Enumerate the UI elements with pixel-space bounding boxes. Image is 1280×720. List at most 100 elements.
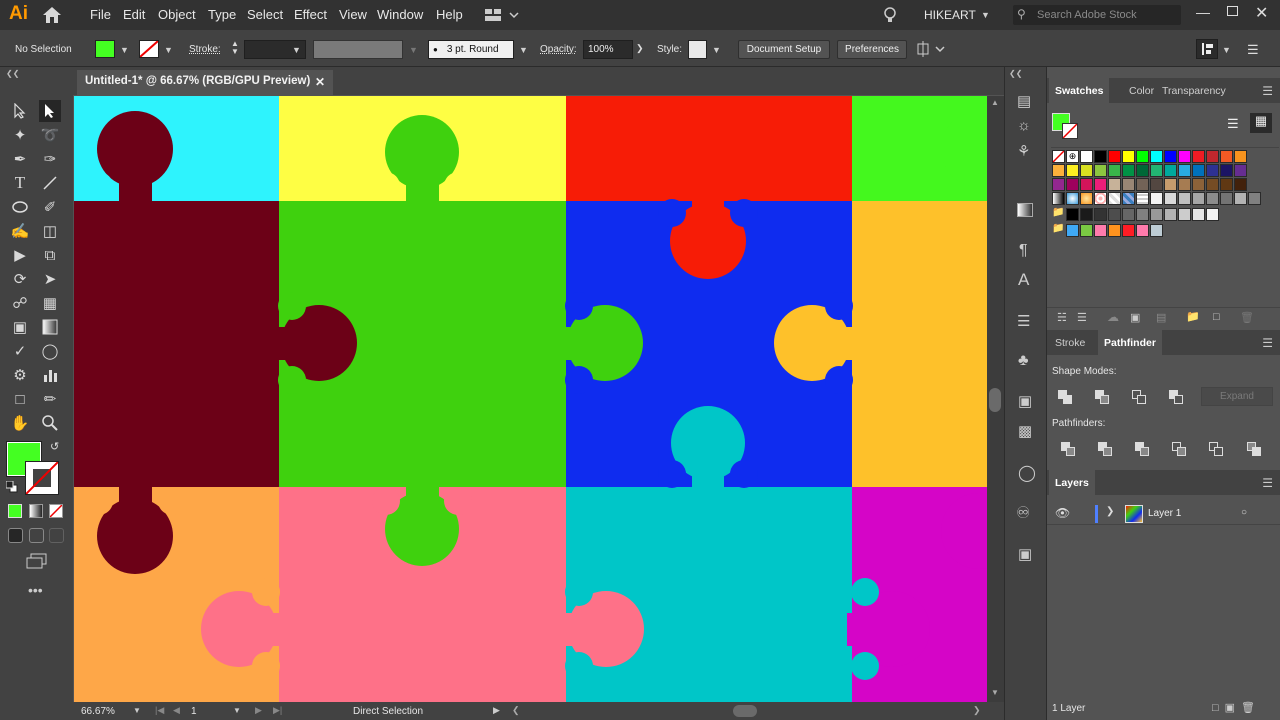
tab-pathfinder[interactable]: Pathfinder — [1098, 330, 1162, 355]
align-chevron-icon[interactable]: ▼ — [1222, 45, 1231, 55]
expand-layer-icon[interactable]: ❯ — [1106, 506, 1114, 517]
gradient-panel-icon[interactable] — [1017, 203, 1033, 217]
zoom-chevron-icon[interactable]: ▼ — [133, 706, 141, 715]
swatch-row2-11[interactable] — [1206, 164, 1219, 177]
visibility-eye-icon[interactable]: 👁 — [1055, 506, 1070, 520]
exclude-icon[interactable] — [1169, 390, 1183, 404]
layer-target-icon[interactable]: ○ — [1241, 507, 1247, 518]
graphic-styles-icon[interactable]: ▣ — [1018, 392, 1032, 410]
perspective-grid-tool[interactable]: ▦ — [39, 292, 61, 314]
swatch-row6-5[interactable] — [1136, 224, 1149, 237]
minus-front-icon[interactable] — [1095, 390, 1109, 404]
swatch-row1-2[interactable] — [1108, 150, 1121, 163]
tab-swatches[interactable]: Swatches — [1049, 78, 1110, 103]
swatch-row3-8[interactable] — [1164, 178, 1177, 191]
collapse-tools-icon[interactable]: ❮❮ — [6, 69, 19, 78]
menu-help[interactable]: Help — [436, 7, 463, 22]
arrange-documents-icon[interactable] — [917, 41, 945, 57]
swatch-row1-8[interactable] — [1192, 150, 1205, 163]
swatch-row3-10[interactable] — [1192, 178, 1205, 191]
swatch-row5-1[interactable] — [1080, 208, 1093, 221]
swatch-row2-9[interactable] — [1178, 164, 1191, 177]
selection-tool[interactable] — [9, 100, 31, 122]
swatch-row4-4[interactable] — [1206, 192, 1219, 205]
opacity-field[interactable]: 100% — [583, 40, 633, 59]
symbol-sprayer-tool[interactable]: ⚙ — [9, 364, 31, 386]
links-icon[interactable]: ♾ — [1016, 503, 1030, 523]
menu-edit[interactable]: Edit — [123, 7, 145, 22]
artboard-chevron-icon[interactable]: ▼ — [233, 706, 241, 715]
menu-window[interactable]: Window — [377, 7, 423, 22]
width-tool[interactable]: ⟳ — [9, 268, 31, 290]
grays-folder-icon[interactable]: 📁 — [1052, 207, 1064, 218]
lightbulb-icon[interactable] — [882, 6, 898, 24]
style-chevron-icon[interactable]: ▼ — [712, 45, 721, 55]
swatch-row3-12[interactable] — [1220, 178, 1233, 191]
swatch-row3-0[interactable] — [1052, 178, 1065, 191]
minimize-button[interactable]: — — [1196, 4, 1210, 20]
stroke-swatch-control[interactable] — [139, 40, 159, 58]
eyedropper-tool[interactable]: ✓ — [9, 340, 31, 362]
swatches-menu-icon[interactable]: ☰ — [1262, 84, 1273, 98]
list-view-icon[interactable]: ☰ — [1227, 116, 1239, 132]
outline-icon[interactable] — [1209, 442, 1223, 456]
profile-chevron-icon[interactable]: ▼ — [409, 45, 418, 55]
character-icon[interactable]: A — [1018, 270, 1029, 290]
layer-footer-icons[interactable]: □▣🗑 — [1212, 701, 1261, 714]
artboard-canvas[interactable] — [74, 96, 987, 702]
swatch-row3-9[interactable] — [1178, 178, 1191, 191]
symbols-icon[interactable]: ⚘ — [1017, 142, 1030, 160]
blend-tool[interactable]: ◯ — [39, 340, 61, 362]
close-button[interactable]: ✕ — [1255, 3, 1268, 23]
stroke-color-box[interactable] — [25, 461, 59, 495]
tab-stroke[interactable]: Stroke — [1049, 330, 1091, 355]
swatch-registration[interactable]: ⊕ — [1066, 150, 1079, 163]
swatch-pattern-blue[interactable] — [1122, 192, 1135, 205]
slice-tool[interactable]: ✏ — [39, 388, 61, 410]
more-tools-icon[interactable]: ••• — [28, 582, 43, 598]
align-panel-icon[interactable] — [1196, 39, 1218, 59]
restore-button[interactable] — [1227, 6, 1238, 16]
zoom-level[interactable]: 66.67% — [81, 706, 115, 717]
swatch-row5-3[interactable] — [1108, 208, 1121, 221]
swatch-options-icon[interactable]: ▤ — [1156, 311, 1166, 324]
swatch-row2-13[interactable] — [1234, 164, 1247, 177]
paintbrush-tool[interactable]: ✐ — [39, 196, 61, 218]
swatch-row2-5[interactable] — [1122, 164, 1135, 177]
menu-type[interactable]: Type — [208, 7, 236, 22]
swatch-row3-6[interactable] — [1136, 178, 1149, 191]
previous-artboard-icon[interactable]: ◀ — [173, 705, 180, 716]
brights-folder-icon[interactable]: 📁 — [1052, 223, 1064, 234]
none-mode-button[interactable] — [49, 504, 63, 518]
add-to-library-icon[interactable]: ▣ — [1130, 311, 1140, 324]
swatch-row2-10[interactable] — [1192, 164, 1205, 177]
swatch-pattern-dots[interactable] — [1094, 192, 1107, 205]
swatch-row2-0[interactable] — [1052, 164, 1065, 177]
show-kinds-icon[interactable]: ☰ — [1077, 311, 1087, 324]
opacity-arrow-icon[interactable]: ❯ — [636, 43, 644, 54]
close-document-icon[interactable]: ✕ — [315, 75, 325, 89]
delete-swatch-icon[interactable]: 🗑 — [1240, 311, 1254, 324]
swatch-row4-5[interactable] — [1220, 192, 1233, 205]
swatch-row2-7[interactable] — [1150, 164, 1163, 177]
puzzle-piece-maroon[interactable] — [74, 201, 279, 487]
divide-icon[interactable] — [1061, 442, 1075, 456]
swatch-row4-1[interactable] — [1164, 192, 1177, 205]
tab-color[interactable]: Color — [1123, 78, 1160, 103]
swatch-row5-6[interactable] — [1150, 208, 1163, 221]
swap-fill-stroke-icon[interactable]: ↺ — [50, 440, 59, 453]
swatch-row1-5[interactable] — [1150, 150, 1163, 163]
draw-behind-icon[interactable] — [29, 528, 44, 543]
screen-mode-icon[interactable] — [26, 553, 48, 569]
puppet-warp-tool[interactable]: ➤ — [39, 268, 61, 290]
swatch-row4-2[interactable] — [1178, 192, 1191, 205]
artboards-icon[interactable]: ▣ — [1018, 545, 1032, 563]
swatch-row2-3[interactable] — [1094, 164, 1107, 177]
column-graph-tool[interactable] — [39, 364, 61, 386]
thumbnail-view-icon[interactable]: ▦ — [1250, 113, 1272, 133]
swatch-row3-4[interactable] — [1108, 178, 1121, 191]
swatch-row2-8[interactable] — [1164, 164, 1177, 177]
swatch-row4-6[interactable] — [1234, 192, 1247, 205]
swatch-row6-1[interactable] — [1080, 224, 1093, 237]
stock-search-box[interactable]: ⚲ Search Adobe Stock — [1013, 5, 1181, 25]
